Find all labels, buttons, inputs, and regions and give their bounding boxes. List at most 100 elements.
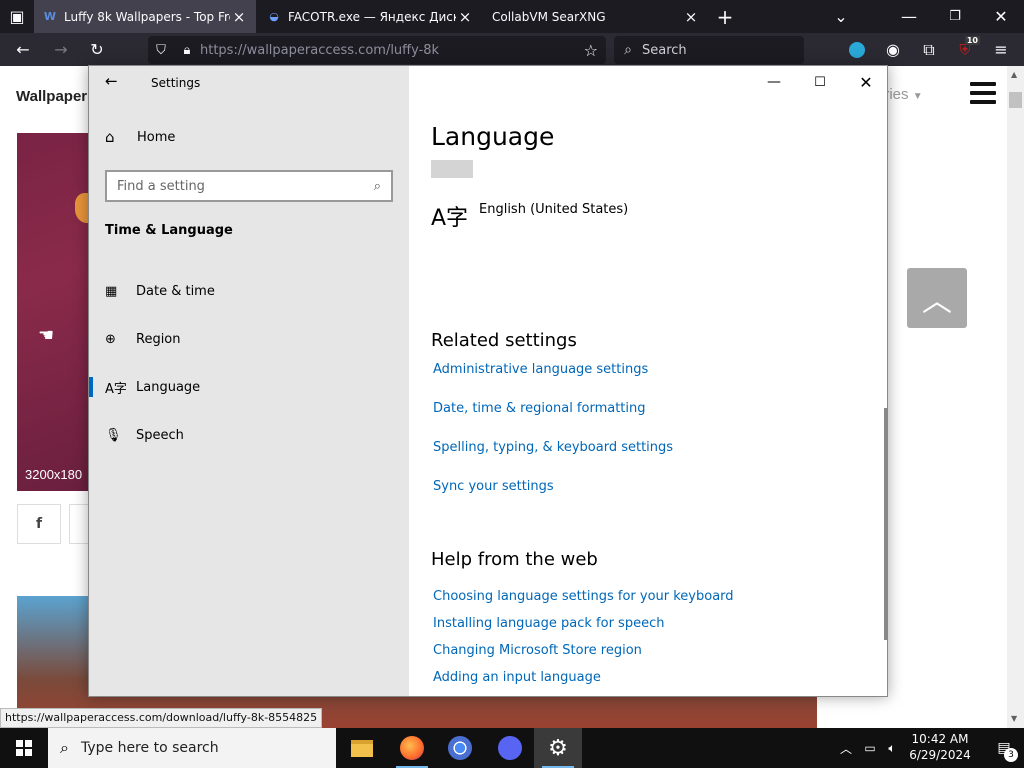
- link-spelling-typing-keyboard[interactable]: Spelling, typing, & keyboard settings: [433, 440, 673, 455]
- close-tab-icon[interactable]: ×: [230, 8, 248, 26]
- back-icon[interactable]: ←: [6, 33, 40, 66]
- windows-logo-icon: [16, 740, 32, 756]
- show-hidden-icons-chevron-up-icon[interactable]: ︿: [836, 728, 856, 768]
- language-list-item[interactable]: A字 English (United States): [431, 200, 628, 236]
- add-language-tile[interactable]: [431, 160, 473, 178]
- notification-count-badge: 3: [1004, 748, 1018, 762]
- wallpaper-resolution: 3200x180: [25, 467, 83, 482]
- url-host: https://wallpaperaccess.com: [200, 42, 386, 58]
- bookmark-star-icon[interactable]: ☆: [584, 41, 598, 60]
- site-title[interactable]: Wallpaper: [16, 88, 87, 105]
- scroll-down-icon[interactable]: ▼: [1011, 714, 1017, 723]
- settings-gear-icon[interactable]: ⚙: [534, 728, 582, 768]
- network-icon[interactable]: ▭: [860, 728, 880, 768]
- tab-luffy-wallpapers[interactable]: W Luffy 8k Wallpapers - Top Free L ×: [34, 0, 256, 33]
- sidebar-item-region[interactable]: ⊕ Region: [89, 319, 409, 359]
- new-tab-button[interactable]: +: [708, 0, 742, 33]
- extensions-puzzle-icon[interactable]: ⧉: [912, 33, 946, 66]
- language-icon: A字: [105, 381, 127, 397]
- settings-window: ← Settings ⌂ Home Find a setting ⌕ Time …: [88, 65, 888, 697]
- extension-badge: 10: [964, 36, 980, 45]
- settings-scrollbar[interactable]: [884, 408, 887, 640]
- menu-hamburger-icon[interactable]: ≡: [984, 33, 1018, 66]
- taskbar-search-box[interactable]: ⌕ Type here to search: [48, 728, 336, 768]
- sidebar-item-speech[interactable]: 🎙︎ Speech: [89, 415, 409, 455]
- share-button[interactable]: [69, 504, 89, 544]
- help-from-web-heading: Help from the web: [431, 549, 598, 570]
- scroll-up-icon[interactable]: ▲: [1011, 70, 1017, 79]
- sidebar-item-language[interactable]: A字 Language: [89, 367, 409, 407]
- settings-sidebar: ← Settings ⌂ Home Find a setting ⌕ Time …: [89, 66, 409, 696]
- tab-title: FACOTR.exe — Яндекс Диск: [288, 9, 456, 24]
- clock-date: 6/29/2024: [909, 748, 971, 762]
- ublock-extension-icon[interactable]: ⛨ 10: [948, 33, 982, 66]
- microphone-icon: 🎙︎: [105, 427, 122, 443]
- page-scrollbar[interactable]: ▲ ▼: [1007, 66, 1024, 728]
- taskbar: ⌕ Type here to search ⚙ ︿ ▭ 🔈︎ 10:42 AM …: [0, 728, 1024, 768]
- search-icon: ⌕: [60, 738, 69, 757]
- link-changing-store-region[interactable]: Changing Microsoft Store region: [433, 643, 642, 658]
- site-menu-icon[interactable]: [970, 82, 996, 104]
- facebook-share-icon[interactable]: f: [17, 504, 61, 544]
- taskbar-search-placeholder: Type here to search: [80, 740, 219, 756]
- close-tab-icon[interactable]: ×: [682, 8, 700, 26]
- tab-list-icon[interactable]: ▣: [0, 0, 34, 33]
- url-bar[interactable]: ⛉ 🔒︎ https://wallpaperaccess.com/luffy-8…: [148, 36, 606, 64]
- file-explorer-icon[interactable]: [338, 728, 386, 768]
- language-name: English (United States): [479, 202, 629, 217]
- chrome-icon[interactable]: [436, 728, 484, 768]
- language-icon: A字: [431, 206, 469, 231]
- action-center-icon[interactable]: ▤ 3: [984, 728, 1024, 768]
- tab-collabvm-searxng[interactable]: CollabVM SearXNG ×: [484, 0, 708, 33]
- start-button[interactable]: [0, 728, 48, 768]
- search-icon: ⌕: [373, 178, 381, 194]
- calendar-clock-icon: ▦: [105, 283, 118, 299]
- window-title: Settings: [151, 76, 201, 90]
- tab-title: Luffy 8k Wallpapers - Top Free L: [64, 9, 230, 24]
- minimize-browser-button[interactable]: —: [892, 0, 926, 33]
- restore-browser-button[interactable]: ❐: [938, 0, 972, 33]
- wallpaperaccess-favicon-icon: W: [43, 10, 57, 23]
- link-status-url: https://wallpaperaccess.com/download/luf…: [0, 708, 323, 728]
- link-adding-input-language[interactable]: Adding an input language: [433, 670, 601, 685]
- page-title: Language: [431, 122, 555, 151]
- find-setting-input[interactable]: Find a setting ⌕: [105, 170, 393, 202]
- discord-icon[interactable]: [486, 728, 534, 768]
- extension-globe-icon[interactable]: [840, 33, 874, 66]
- reload-icon[interactable]: ↻: [80, 33, 114, 66]
- firefox-icon[interactable]: [388, 728, 436, 768]
- globe-icon: ⊕: [105, 331, 116, 347]
- active-indicator: [89, 377, 93, 397]
- sidebar-item-label: Speech: [136, 427, 184, 443]
- scrollbar-thumb[interactable]: [1009, 92, 1022, 108]
- sidebar-item-label: Language: [136, 379, 201, 395]
- close-browser-button[interactable]: ✕: [984, 0, 1018, 33]
- account-icon[interactable]: ◉: [876, 33, 910, 66]
- close-tab-icon[interactable]: ×: [456, 8, 474, 26]
- sidebar-item-label: Date & time: [136, 283, 215, 299]
- link-date-time-regional[interactable]: Date, time & regional formatting: [433, 401, 646, 416]
- link-administrative-language[interactable]: Administrative language settings: [433, 362, 648, 377]
- find-placeholder: Find a setting: [117, 178, 205, 194]
- home-nav-item[interactable]: ⌂ Home: [105, 128, 175, 146]
- forward-icon[interactable]: →: [44, 33, 78, 66]
- link-choosing-keyboard-language[interactable]: Choosing language settings for your keyb…: [433, 589, 734, 604]
- browser-search-box[interactable]: ⌕ Search: [614, 36, 804, 64]
- taskbar-clock[interactable]: 10:42 AM 6/29/2024: [898, 731, 982, 763]
- settings-main-pane: Language A字 English (United States) Rela…: [409, 66, 887, 696]
- shield-icon[interactable]: ⛉: [148, 43, 174, 58]
- tab-yandex-disk[interactable]: ◒ FACOTR.exe — Яндекс Диск ×: [258, 0, 482, 33]
- link-sync-settings[interactable]: Sync your settings: [433, 479, 554, 494]
- scroll-to-top-button[interactable]: ︿: [907, 268, 967, 328]
- lock-icon[interactable]: 🔒︎: [174, 43, 200, 58]
- home-label: Home: [137, 129, 176, 145]
- sidebar-item-date-time[interactable]: ▦ Date & time: [89, 271, 409, 311]
- dropdown-caret-icon: ▼: [912, 91, 923, 102]
- list-all-tabs-icon[interactable]: ⌄: [824, 0, 858, 33]
- hand-cursor-icon: ☚: [38, 325, 55, 346]
- search-icon: ⌕: [624, 42, 632, 58]
- back-arrow-icon[interactable]: ←: [105, 72, 118, 90]
- home-icon: ⌂: [105, 128, 115, 146]
- clock-time: 10:42 AM: [911, 732, 969, 746]
- link-installing-speech-pack[interactable]: Installing language pack for speech: [433, 616, 664, 631]
